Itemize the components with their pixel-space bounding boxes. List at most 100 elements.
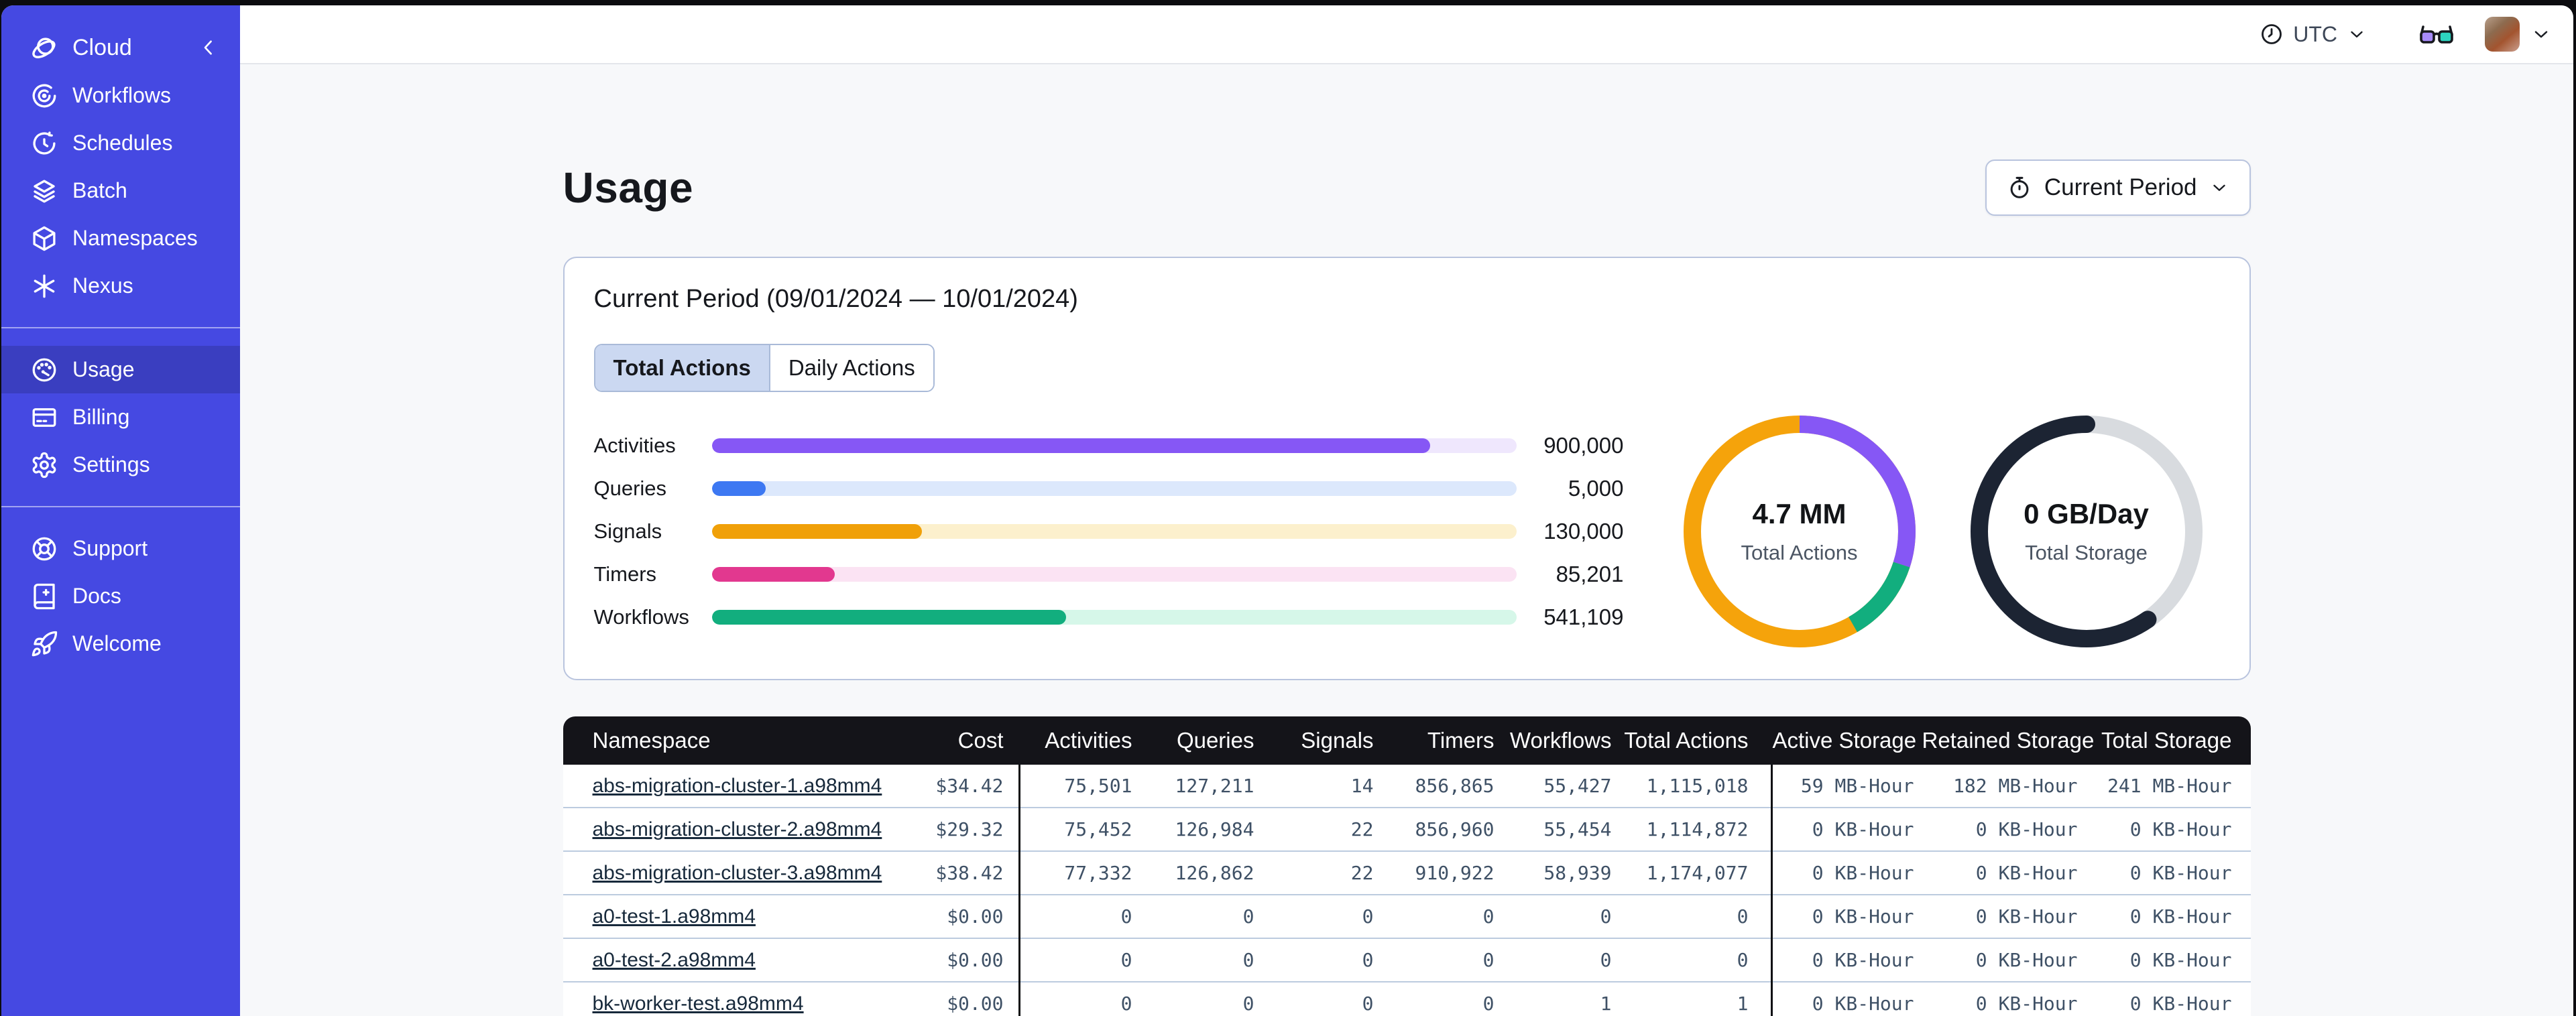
sidebar-item-label: Usage [72, 357, 135, 381]
glasses-icon[interactable] [2418, 21, 2455, 47]
usage-card-title: Current Period (09/01/2024 — 10/01/2024) [593, 285, 1078, 313]
retained-storage-cell: 0 KB-Hour [1975, 949, 2078, 971]
signals-cell: 0 [1362, 949, 1374, 971]
total-storage-cell: 0 KB-Hour [2129, 862, 2232, 884]
sidebar-item-usage[interactable]: Usage [1, 346, 240, 393]
sidebar-item-label: Workflows [72, 83, 171, 107]
sidebar-item-label: Namespaces [72, 226, 198, 250]
timezone-label: UTC [2293, 21, 2337, 46]
bar-value: 5,000 [1568, 476, 1624, 501]
workflows-icon [30, 82, 59, 110]
column-header: Activities [1045, 728, 1132, 753]
namespace-link[interactable]: a0-test-1.a98mm4 [593, 905, 756, 928]
sidebar-item-namespaces[interactable]: Namespaces [1, 214, 240, 262]
activities-cell: 75,452 [1064, 818, 1132, 840]
workflows-cell: 0 [1600, 949, 1612, 971]
donut-label: Total Actions [1741, 541, 1858, 564]
sidebar-collapse-button[interactable] [197, 36, 220, 59]
tab-daily-actions[interactable]: Daily Actions [768, 345, 933, 391]
retained-storage-cell: 0 KB-Hour [1975, 993, 2078, 1015]
timezone-selector[interactable]: UTC [2260, 22, 2367, 47]
activities-cell: 0 [1120, 993, 1132, 1015]
active-storage-cell: 0 KB-Hour [1812, 862, 1914, 884]
activities-cell: 0 [1120, 949, 1132, 971]
sidebar-item-label: Support [72, 536, 148, 560]
total-actions-cell: 0 [1737, 905, 1749, 928]
activities-cell: 77,332 [1064, 862, 1132, 884]
total-storage-cell: 0 KB-Hour [2129, 993, 2232, 1015]
sidebar-item-billing[interactable]: Billing [1, 393, 240, 441]
bar-fill [711, 524, 922, 539]
table-row: a0-test-1.a98mm4 $0.00 0 0 0 0 0 0 0 KB-Hour 0 KB… [563, 895, 2251, 939]
chevron-down-icon [2351, 31, 2363, 38]
active-storage-cell: 59 MB-Hour [1800, 775, 1914, 797]
total-storage-donut: 0 GB/Day Total Storage [1967, 412, 2206, 651]
sidebar-nav-main: Workflows Schedules Batch Namespaces Nex… [1, 72, 240, 310]
namespace-link[interactable]: abs-migration-cluster-1.a98mm4 [593, 775, 882, 797]
namespace-cell: abs-migration-cluster-1.a98mm4 [563, 775, 912, 798]
sidebar-item-settings[interactable]: Settings [1, 441, 240, 489]
sidebar-item-nexus[interactable]: Nexus [1, 262, 240, 310]
sidebar-item-support[interactable]: Support [1, 525, 240, 572]
bar-label: Timers [593, 562, 657, 586]
chevron-down-icon [2213, 184, 2225, 191]
column-header: Total Actions [1624, 728, 1749, 753]
signals-cell: 0 [1362, 993, 1374, 1015]
bar-fill [711, 610, 1066, 625]
sidebar-item-schedules[interactable]: Schedules [1, 119, 240, 167]
sidebar-item-workflows[interactable]: Workflows [1, 72, 240, 119]
bar-track [711, 438, 1517, 453]
billing-icon [30, 403, 59, 432]
signals-cell: 14 [1350, 775, 1374, 797]
cost-cell: $0.00 [947, 993, 1004, 1015]
namespace-link[interactable]: abs-migration-cluster-2.a98mm4 [593, 818, 882, 840]
namespace-cell: abs-migration-cluster-2.a98mm4 [563, 818, 912, 841]
queries-cell: 0 [1242, 905, 1254, 928]
table-row: abs-migration-cluster-2.a98mm4 $29.32 75,4… [563, 808, 2251, 852]
sidebar-divider [1, 506, 240, 507]
namespaces-icon [30, 225, 59, 253]
actions-tab-group: Total Actions Daily Actions [593, 344, 935, 392]
usage-bar-row: Timers 85,201 [594, 553, 1624, 596]
welcome-rocket-icon [30, 630, 59, 658]
usage-bar-row: Queries 5,000 [594, 467, 1624, 510]
batch-icon [30, 177, 59, 205]
donut-label: Total Storage [2025, 541, 2148, 564]
sidebar-brand[interactable]: Cloud [1, 23, 240, 72]
account-menu-chevron-icon[interactable] [2530, 23, 2552, 45]
sidebar-nav-account: Usage Billing Settings [1, 346, 240, 489]
column-header: Queries [1176, 728, 1254, 753]
usage-bar-row: Activities 900,000 [594, 424, 1624, 467]
sidebar-item-batch[interactable]: Batch [1, 167, 240, 214]
column-header: Active Storage [1772, 728, 1917, 753]
nexus-icon [30, 272, 59, 300]
signals-cell: 22 [1350, 818, 1374, 840]
bar-track [711, 610, 1517, 625]
workflows-cell: 0 [1600, 905, 1612, 928]
bar-track [711, 524, 1517, 539]
sidebar-item-docs[interactable]: Docs [1, 572, 240, 620]
namespace-cell: a0-test-2.a98mm4 [563, 949, 912, 972]
sidebar-item-welcome[interactable]: Welcome [1, 620, 240, 668]
total-actions-cell: 0 [1737, 949, 1749, 971]
usage-donuts: 4.7 MM Total Actions 0 GB/Day Total Stor… [1680, 412, 2206, 651]
active-storage-cell: 0 KB-Hour [1812, 905, 1914, 928]
workflows-cell: 58,939 [1543, 862, 1612, 884]
bar-value: 541,109 [1543, 605, 1624, 629]
total-actions-cell: 1,114,872 [1646, 818, 1749, 840]
clock-icon [2262, 24, 2282, 44]
signals-cell: 22 [1350, 862, 1374, 884]
namespace-link[interactable]: a0-test-2.a98mm4 [593, 949, 756, 971]
table-vertical-divider [1770, 765, 1773, 1016]
usage-bars-chart: Activities 900,000 Queries 5,000 Signals 130,… [594, 424, 1624, 639]
tab-total-actions[interactable]: Total Actions [595, 345, 769, 391]
column-header: Total Storage [2101, 728, 2232, 753]
bar-value: 900,000 [1543, 433, 1624, 458]
avatar[interactable] [2485, 17, 2520, 52]
queries-cell: 0 [1242, 949, 1254, 971]
namespace-link[interactable]: abs-migration-cluster-3.a98mm4 [593, 862, 882, 884]
table-row: bk-worker-test.a98mm4 $0.00 0 0 0 0 1 1 0 KB-Hou… [563, 982, 2251, 1016]
period-selector-button[interactable]: Current Period [1985, 160, 2251, 216]
namespace-link[interactable]: bk-worker-test.a98mm4 [593, 993, 804, 1015]
queries-cell: 0 [1242, 993, 1254, 1015]
